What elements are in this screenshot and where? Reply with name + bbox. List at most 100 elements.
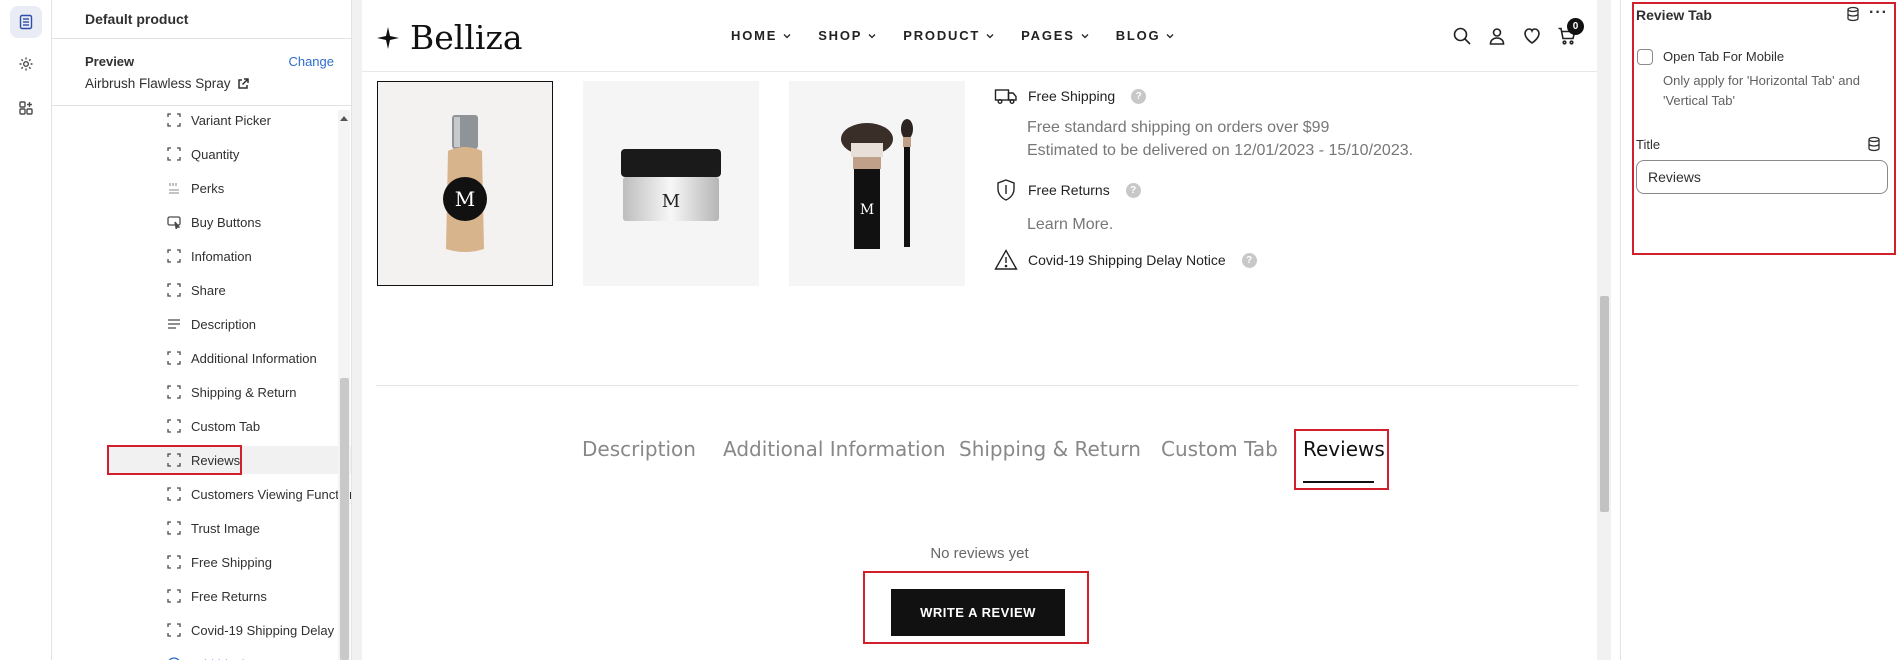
block-item-custom-tab[interactable]: Custom Tab [107,412,351,440]
sparkle-logo-icon [377,26,399,49]
block-item-free-returns[interactable]: Free Returns [107,582,351,610]
block-item-customers-viewing-function[interactable]: Customers Viewing Function [107,480,352,508]
more-actions-icon[interactable]: ··· [1869,4,1888,22]
open-tab-mobile-checkbox[interactable] [1637,49,1653,65]
dashed-square-icon [166,452,182,468]
cart-button[interactable]: 0 [1557,18,1584,51]
header-icons: 0 [1452,18,1584,51]
block-item-perks[interactable]: Perks [107,174,351,202]
nav-home[interactable]: HOME [731,28,792,43]
section-sidebar: Default product Preview Change Airbrush … [52,0,352,660]
block-item-label: Customers Viewing Function [191,486,352,502]
free-returns-title: Free Returns [1028,182,1110,198]
change-link[interactable]: Change [288,54,334,69]
theme-settings-gear-icon[interactable] [10,48,42,80]
tab-reviews[interactable]: Reviews [1303,437,1385,461]
nav-blog-label: BLOG [1115,28,1161,43]
tab-additional-information[interactable]: Additional Information [723,437,946,461]
brush-set-image: M [841,118,913,249]
free-shipping-row: Free Shipping ? [994,84,1147,108]
svg-text:M: M [860,202,874,218]
theme-editor: Default product Preview Change Airbrush … [0,0,1901,660]
chevron-down-icon [783,33,791,38]
thumbnail-brush-set[interactable]: M [789,81,965,286]
spray-bottle-image: M [443,114,487,252]
search-icon[interactable] [1452,26,1472,46]
sidebar-scroll-thumb[interactable] [340,378,349,660]
logo-text: Belliza [410,18,523,57]
block-item-label: Quantity [191,146,240,162]
sections-icon[interactable] [10,6,42,38]
write-review-button[interactable]: WRITE A REVIEW [891,589,1065,636]
block-item-buy-buttons[interactable]: Buy Buttons [107,208,351,236]
divider [376,385,1578,386]
dashed-square-icon [166,282,182,298]
preview-scroll-thumb[interactable] [1600,296,1609,512]
thumbnail-cream-jar[interactable]: M [583,81,759,286]
free-shipping-line2: Estimated to be delivered on 12/01/2023 … [1027,142,1414,159]
covid-notice-row: Covid-19 Shipping Delay Notice ? [994,248,1257,272]
add-block-label: Add block [191,657,248,660]
wishlist-heart-icon[interactable] [1522,26,1542,46]
app-embeds-icon[interactable] [10,92,42,124]
plus-circle-icon [166,656,182,660]
help-question-icon[interactable]: ? [1125,182,1141,198]
nav-product[interactable]: PRODUCT [903,28,995,43]
block-item-label: Additional Information [191,350,317,366]
dashed-square-icon [166,622,182,638]
block-item-label: Free Shipping [191,554,272,570]
warning-triangle-icon [994,249,1018,270]
block-item-infomation[interactable]: Infomation [107,242,351,270]
dashed-square-icon [166,520,182,536]
chevron-down-icon [868,33,876,38]
account-icon[interactable] [1487,26,1507,46]
block-item-label: Reviews [191,452,241,468]
block-item-covid-19-shipping-delay-n[interactable]: Covid-19 Shipping Delay N... [107,616,351,644]
block-item-share[interactable]: Share [107,276,351,304]
tab-shipping-return[interactable]: Shipping & Return [959,437,1141,461]
thumbnail-spray-bottle[interactable]: M [377,81,553,286]
store-logo[interactable]: Belliza [376,18,523,57]
block-item-additional-information[interactable]: Additional Information [107,344,351,372]
block-settings-panel: Review Tab ··· Open Tab For Mobile Only … [1620,0,1901,660]
scroll-up-arrow-icon[interactable] [340,116,348,121]
block-item-label: Custom Tab [191,418,261,434]
block-item-variant-picker[interactable]: Variant Picker [107,106,351,134]
dashed-square-icon [166,486,182,502]
tab-custom-tab[interactable]: Custom Tab [1161,437,1278,461]
block-item-description[interactable]: Description [107,310,351,338]
cart-count-badge: 0 [1567,18,1584,35]
free-shipping-details: Free standard shipping on orders over $9… [1027,116,1413,162]
text-lines-icon [166,316,182,332]
no-reviews-text: No reviews yet [930,545,1029,562]
block-item-label: Description [191,316,257,332]
block-item-free-shipping[interactable]: Free Shipping [107,548,351,576]
free-returns-learn-more[interactable]: Learn More. [1027,213,1113,236]
dynamic-source-icon[interactable] [1866,136,1882,152]
dashed-square-icon [166,146,182,162]
buy-buttons-icon [166,214,182,230]
help-question-icon[interactable]: ? [1241,252,1257,268]
help-question-icon[interactable]: ? [1131,88,1147,104]
perks-icon [166,180,182,196]
nav-shop[interactable]: SHOP [818,28,877,43]
nav-pages-label: PAGES [1021,28,1075,43]
block-item-reviews[interactable]: Reviews [107,446,351,474]
dashed-square-icon [166,418,182,434]
preview-product[interactable]: Airbrush Flawless Spray [85,76,249,91]
block-item-shipping-return[interactable]: Shipping & Return [107,378,351,406]
open-tab-mobile-label: Open Tab For Mobile [1663,49,1785,64]
dynamic-source-icon[interactable] [1845,6,1861,22]
nav-blog[interactable]: BLOG [1116,28,1176,43]
covid-notice-title: Covid-19 Shipping Delay Notice [1028,252,1226,268]
truck-icon [994,89,1017,104]
title-input[interactable] [1636,160,1888,194]
tab-description[interactable]: Description [582,437,696,461]
free-shipping-title: Free Shipping [1028,88,1116,104]
add-block-button[interactable]: Add block [107,650,351,660]
block-item-trust-image[interactable]: Trust Image [107,514,351,542]
product-tabs: Description Additional Information Shipp… [362,437,1597,477]
nav-pages[interactable]: PAGES [1021,28,1090,43]
block-item-quantity[interactable]: Quantity [107,140,351,168]
title-field-label: Title [1636,137,1661,152]
